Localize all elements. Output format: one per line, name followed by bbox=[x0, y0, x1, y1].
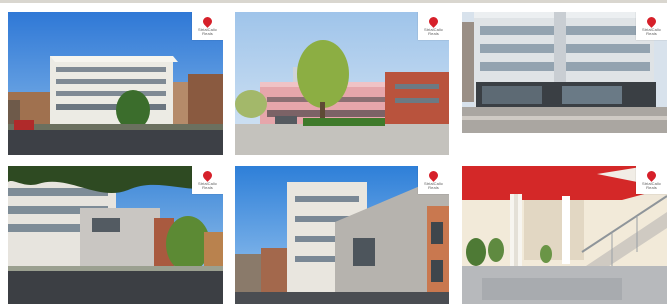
brand-mark-icon bbox=[201, 168, 214, 182]
gallery-photo-3[interactable]: StrialCalic Reals bbox=[462, 12, 667, 133]
brand-logo: StrialCalic Reals bbox=[192, 12, 223, 40]
brand-mark-icon bbox=[645, 14, 658, 28]
brand-logo: StrialCalic Reals bbox=[418, 166, 449, 194]
brand-tagline: Reals bbox=[646, 184, 657, 190]
brand-logo: StrialCalic Reals bbox=[636, 12, 667, 40]
brand-mark-icon bbox=[427, 14, 440, 28]
brand-mark-icon bbox=[645, 168, 658, 182]
brand-tagline: Reals bbox=[428, 184, 439, 190]
gallery-photo-6[interactable]: StrialCalic Reals bbox=[462, 166, 667, 304]
brand-tagline: Reals bbox=[646, 30, 657, 36]
brand-mark-icon bbox=[427, 168, 440, 182]
photo-image bbox=[8, 12, 223, 155]
brand-tagline: Reals bbox=[202, 30, 213, 36]
brand-logo: StrialCalic Reals bbox=[192, 166, 223, 194]
photo-image bbox=[235, 12, 449, 155]
brand-mark-icon bbox=[201, 14, 214, 28]
brand-logo: StrialCalic Reals bbox=[636, 166, 667, 194]
gallery-photo-5[interactable]: StrialCalic Reals bbox=[235, 166, 449, 304]
top-strip bbox=[0, 0, 667, 3]
photo-image bbox=[8, 166, 223, 304]
gallery-photo-1[interactable]: StrialCalic Reals bbox=[8, 12, 223, 155]
gallery-photo-4[interactable]: StrialCalic Reals bbox=[8, 166, 223, 304]
gallery-photo-2[interactable]: StrialCalic Reals bbox=[235, 12, 449, 155]
brand-logo: StrialCalic Reals bbox=[418, 12, 449, 40]
photo-image bbox=[235, 166, 449, 304]
brand-tagline: Reals bbox=[428, 30, 439, 36]
brand-tagline: Reals bbox=[202, 184, 213, 190]
